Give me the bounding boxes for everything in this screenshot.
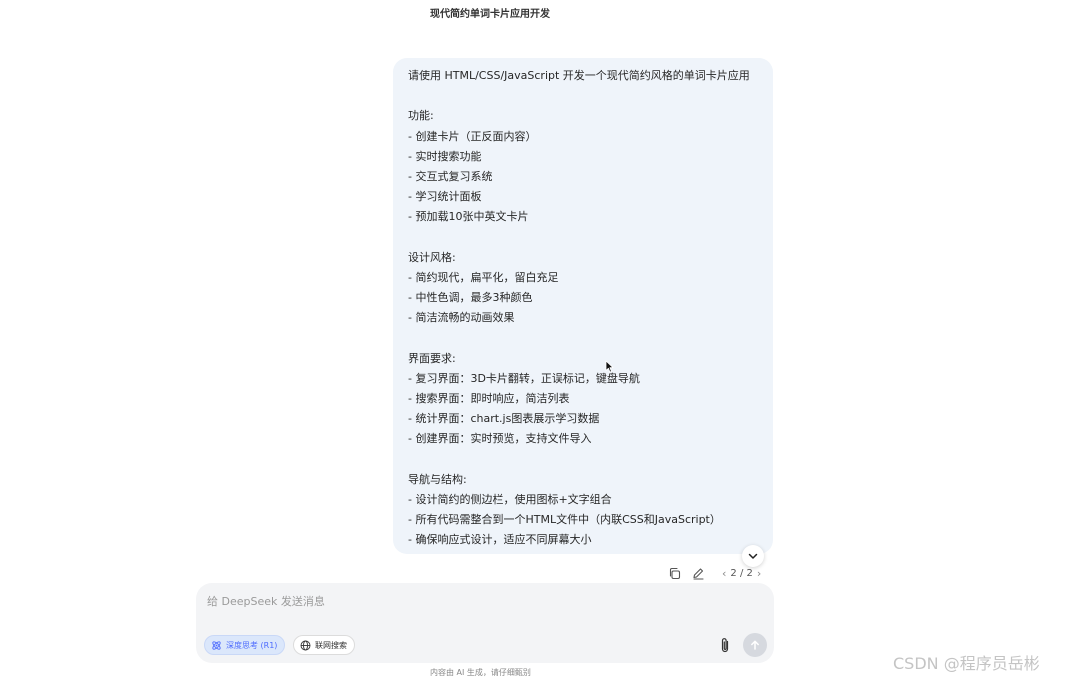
copy-icon bbox=[669, 567, 680, 579]
copy-button[interactable] bbox=[666, 565, 682, 581]
globe-icon bbox=[300, 640, 311, 651]
paperclip-icon bbox=[721, 637, 729, 652]
message-line: 导航与结构: bbox=[408, 472, 467, 486]
message-line: - 交互式复习系统 bbox=[408, 169, 493, 183]
message-input[interactable]: 给 DeepSeek 发送消息 bbox=[207, 593, 325, 609]
chevron-left-icon[interactable]: ‹ bbox=[718, 567, 730, 580]
message-line: - 统计界面：chart.js图表展示学习数据 bbox=[408, 412, 600, 426]
attach-file-button[interactable] bbox=[716, 635, 734, 655]
ai-disclaimer: 内容由 AI 生成，请仔细甄别 bbox=[430, 668, 531, 677]
message-line: - 所有代码需整合到一个HTML文件中（内联CSS和JavaScript） bbox=[408, 513, 721, 527]
chat-page: 现代简约单词卡片应用开发 请使用 HTML/CSS/JavaScript 开发一… bbox=[0, 0, 1079, 677]
csdn-watermark: CSDN @程序员岳彬 bbox=[893, 654, 1040, 673]
chat-title: 现代简约单词卡片应用开发 bbox=[430, 9, 550, 20]
message-line bbox=[408, 86, 759, 106]
message-line: 功能: bbox=[408, 109, 434, 123]
message-line: - 简洁流畅的动画效果 bbox=[408, 311, 515, 325]
message-line bbox=[408, 450, 759, 470]
web-search-toggle[interactable]: 联网搜索 bbox=[293, 635, 355, 655]
send-button[interactable] bbox=[743, 633, 767, 657]
edit-icon bbox=[692, 567, 704, 580]
deep-think-toggle[interactable]: 深度思考 (R1) bbox=[204, 635, 286, 655]
message-line: - 创建卡片（正反面内容） bbox=[408, 129, 537, 143]
message-line: - 搜索界面：即时响应，简洁列表 bbox=[408, 392, 570, 405]
message-line: - 学习统计面板 bbox=[408, 190, 482, 204]
chevron-down-icon bbox=[748, 553, 758, 559]
user-message-bubble: 请使用 HTML/CSS/JavaScript 开发一个现代简约风格的单词卡片应… bbox=[393, 58, 773, 554]
deep-think-label: 深度思考 (R1) bbox=[226, 640, 278, 650]
message-line: - 复习界面：3D卡片翻转，正误标记，键盘导航 bbox=[408, 371, 640, 385]
web-search-label: 联网搜索 bbox=[315, 640, 347, 650]
message-composer: 给 DeepSeek 发送消息 深度思考 (R1) 联网搜索 bbox=[196, 583, 774, 663]
mouse-cursor-icon bbox=[605, 360, 614, 373]
message-line: - 中性色调，最多3种颜色 bbox=[408, 291, 533, 305]
message-line: - 创建界面：实时预览，支持文件导入 bbox=[408, 432, 592, 446]
message-line: - 确保响应式设计，适应不同屏幕大小 bbox=[408, 533, 592, 547]
message-line bbox=[408, 328, 759, 348]
message-line: 界面要求: bbox=[408, 351, 456, 365]
message-line: 请使用 HTML/CSS/JavaScript 开发一个现代简约风格的单词卡片应… bbox=[408, 69, 750, 82]
message-actions: ‹ 2 / 2 › bbox=[666, 564, 765, 582]
message-line: 设计风格: bbox=[408, 250, 456, 264]
user-message-text: 请使用 HTML/CSS/JavaScript 开发一个现代简约风格的单词卡片应… bbox=[408, 66, 759, 551]
edit-button[interactable] bbox=[690, 565, 706, 581]
arrow-up-icon bbox=[751, 640, 759, 650]
message-line: - 简约现代，扁平化，留白充足 bbox=[408, 270, 559, 284]
atom-icon bbox=[211, 640, 222, 651]
response-pager: ‹ 2 / 2 › bbox=[718, 567, 765, 580]
page-indicator: 2 / 2 bbox=[730, 567, 753, 579]
message-line: - 预加载10张中英文卡片 bbox=[408, 210, 529, 224]
chevron-right-icon[interactable]: › bbox=[753, 567, 765, 580]
message-line: - 设计简约的侧边栏，使用图标+文字组合 bbox=[408, 492, 612, 506]
message-line: - 实时搜索功能 bbox=[408, 149, 482, 163]
message-line bbox=[408, 228, 759, 248]
